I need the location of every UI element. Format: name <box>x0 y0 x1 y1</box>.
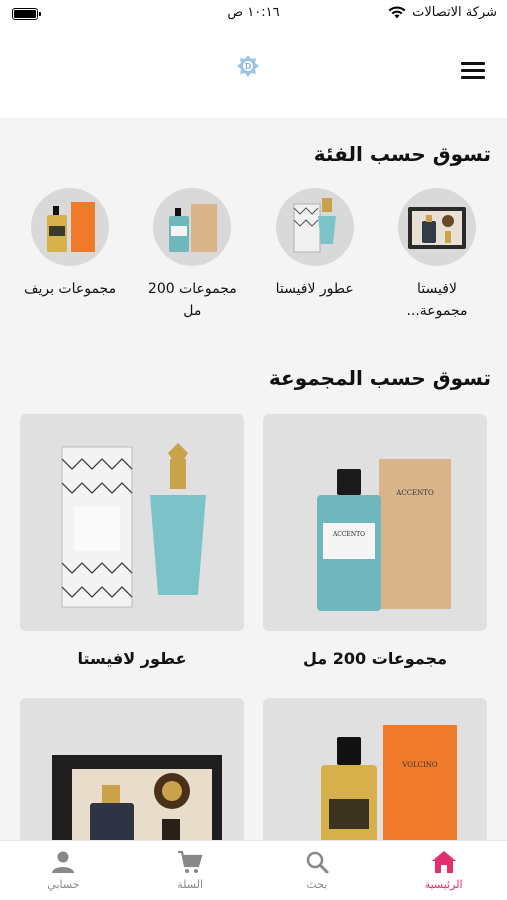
category-image <box>153 188 232 266</box>
collections-section-title: تسوق حسب المجموعة <box>268 366 491 390</box>
category-image <box>31 188 110 266</box>
collection-image <box>20 698 244 840</box>
collection-label: مجموعات 200 مل <box>303 649 447 668</box>
category-label: مجموعات بريف <box>23 281 117 297</box>
category-image <box>275 188 354 266</box>
nav-account[interactable]: حسابي <box>0 841 127 900</box>
hamburger-menu-icon[interactable] <box>461 62 485 80</box>
nav-search[interactable]: بحث <box>254 841 381 900</box>
search-icon <box>306 851 329 874</box>
nav-home[interactable]: الرئيسية <box>380 841 507 900</box>
category-image <box>398 188 476 266</box>
status-time: ١٠:١٦ ص <box>227 5 280 20</box>
home-icon <box>431 851 456 873</box>
collection-image <box>20 414 244 631</box>
main-content: تسوق حسب الفئة لافيستا مجموعة... عطور لا… <box>0 118 507 840</box>
collection-card[interactable]: VOLCINO <box>263 698 487 840</box>
cart-icon <box>178 850 203 873</box>
nav-account-label: حسابي <box>47 878 80 891</box>
status-bar: شركة الاتصالات ١٠:١٦ ص <box>0 0 507 30</box>
svg-text:D: D <box>245 62 251 71</box>
brand-logo-icon[interactable]: D <box>236 54 260 78</box>
category-item[interactable]: عطور لافيستا <box>267 188 363 328</box>
carrier-name: شركة الاتصالات <box>412 5 497 20</box>
status-carrier: شركة الاتصالات <box>388 5 497 20</box>
svg-text:ACCENTO: ACCENTO <box>332 531 365 538</box>
svg-text:VOLCINO: VOLCINO <box>401 761 438 769</box>
collection-label: عطور لافيستا <box>77 649 187 668</box>
collection-image: VOLCINO <box>263 698 487 840</box>
collection-card[interactable]: ACCENTO ACCENTO مجموعات 200 مل <box>263 414 487 668</box>
app-header: D <box>0 30 507 118</box>
battery-icon <box>12 8 41 20</box>
category-label: عطور لافيستا <box>275 281 354 297</box>
nav-search-label: بحث <box>306 878 328 891</box>
category-item[interactable]: مجموعات 200 مل <box>144 188 240 328</box>
user-icon <box>52 851 75 873</box>
categories-row: لافيستا مجموعة... عطور لافيستا مجموعات 2… <box>22 188 485 328</box>
category-label: مجموعات 200 مل <box>147 281 237 319</box>
collection-card[interactable] <box>20 698 244 840</box>
category-item[interactable]: مجموعات بريف <box>22 188 118 328</box>
wifi-icon <box>388 6 406 19</box>
bottom-nav: الرئيسية بحث السلة حسابي <box>0 840 507 900</box>
category-label: لافيستا مجموعة... <box>406 281 468 319</box>
nav-home-label: الرئيسية <box>424 878 463 891</box>
collection-image: ACCENTO ACCENTO <box>263 414 487 631</box>
nav-cart-label: السلة <box>177 878 204 891</box>
category-item[interactable]: لافيستا مجموعة... <box>389 188 485 328</box>
categories-section-title: تسوق حسب الفئة <box>313 142 491 166</box>
nav-cart[interactable]: السلة <box>127 841 254 900</box>
collection-card[interactable]: عطور لافيستا <box>20 414 244 668</box>
svg-text:ACCENTO: ACCENTO <box>395 489 434 497</box>
